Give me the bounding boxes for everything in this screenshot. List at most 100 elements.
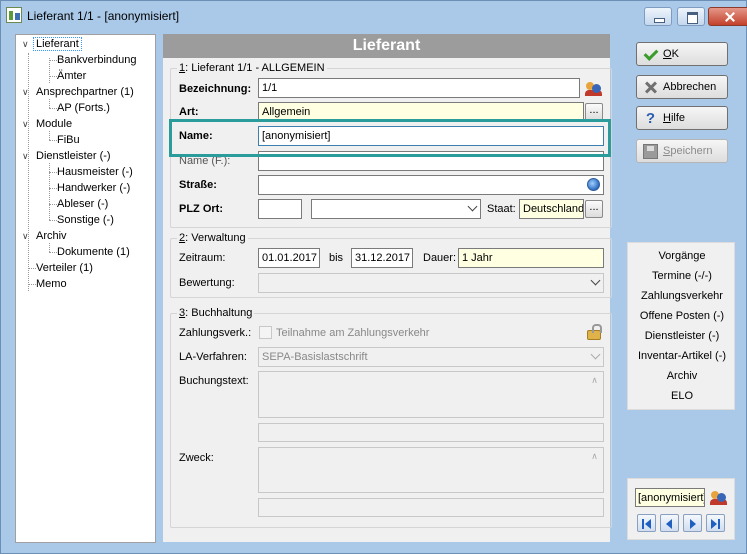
tree-item-sonstige[interactable]: Sonstige (-) — [57, 213, 114, 228]
collapse-icon[interactable]: ∨ — [22, 149, 32, 164]
tree-item-handwerker[interactable]: Handwerker (-) — [57, 181, 130, 196]
tree-item-archiv[interactable]: ∨ Archiv — [22, 229, 67, 244]
cancel-icon — [643, 80, 658, 95]
link-dienstleister[interactable]: Dienstleister (-) — [628, 330, 736, 342]
art-lookup-button[interactable]: ... — [585, 103, 603, 121]
buchungstext-label: Buchungstext: — [179, 375, 249, 387]
ok-button[interactable]: OK — [636, 42, 728, 66]
scrollbar[interactable]: ∧∨ — [587, 373, 602, 416]
staat-lookup-button[interactable]: ... — [585, 200, 603, 218]
navigation-tree: ∨ Lieferant Bankverbindung Ämter ∨ Anspr… — [15, 34, 156, 543]
tree-item-memo[interactable]: Memo — [36, 277, 67, 292]
save-icon — [643, 144, 658, 159]
zahlungsverk-label: Zahlungsverk.: — [179, 327, 252, 339]
zweck-field[interactable]: ∧∨ — [258, 447, 604, 493]
tree-item-aemter[interactable]: Ämter — [57, 69, 86, 84]
link-archiv[interactable]: Archiv — [628, 370, 736, 382]
first-icon — [645, 519, 651, 529]
strasse-label: Straße: — [179, 179, 217, 191]
scrollbar[interactable]: ∧∨ — [587, 449, 602, 491]
link-termine[interactable]: Termine (-/-) — [628, 270, 736, 282]
previous-icon — [666, 519, 672, 529]
tree-item-dienstleister[interactable]: ∨ Dienstleister (-) — [22, 149, 111, 164]
collapse-icon[interactable]: ∨ — [22, 117, 32, 132]
record-search-field[interactable]: [anonymisiert] — [635, 488, 705, 507]
tree-item-fibu[interactable]: FiBu — [57, 133, 80, 148]
tree-item-module[interactable]: ∨ Module — [22, 117, 72, 132]
speichern-button[interactable]: Speichern — [636, 139, 728, 163]
staat-field[interactable]: Deutschland — [519, 199, 584, 219]
section-allgemein-legend: 1: Lieferant 1/1 - ALLGEMEIN — [177, 62, 327, 74]
app-icon — [6, 7, 22, 23]
abbrechen-button[interactable]: Abbrechen — [636, 75, 728, 99]
link-elo[interactable]: ELO — [628, 390, 736, 402]
globe-icon[interactable] — [587, 178, 600, 191]
buchungstext-field[interactable]: ∧∨ — [258, 371, 604, 418]
section-buchhaltung: 3: Buchhaltung — [170, 307, 612, 528]
last-record-button[interactable] — [706, 514, 725, 532]
next-record-button[interactable] — [683, 514, 702, 532]
tree-item-ableser[interactable]: Ableser (-) — [57, 197, 108, 212]
collapse-icon[interactable]: ∨ — [22, 229, 32, 244]
staat-label: Staat: — [487, 203, 516, 215]
name-f-field[interactable] — [258, 151, 604, 171]
first-record-button[interactable] — [637, 514, 656, 532]
section-verwaltung-legend: 2: Verwaltung — [177, 232, 248, 244]
link-offene-posten[interactable]: Offene Posten (-) — [628, 310, 736, 322]
tree-item-bankverbindung[interactable]: Bankverbindung — [57, 53, 137, 68]
chevron-down-icon — [590, 349, 601, 360]
bewertung-dropdown[interactable] — [258, 273, 604, 293]
tree-item-lieferant[interactable]: ∨ Lieferant — [22, 37, 82, 52]
buchungstext-extra-field[interactable] — [258, 423, 604, 442]
title-bar[interactable]: Lieferant 1/1 - [anonymisiert] — [1, 1, 747, 31]
ort-dropdown[interactable] — [311, 199, 481, 219]
window-title: Lieferant 1/1 - [anonymisiert] — [27, 9, 180, 23]
next-icon — [690, 519, 696, 529]
lock-icon[interactable] — [587, 324, 602, 340]
art-label: Art: — [179, 106, 199, 118]
zweck-label: Zweck: — [179, 452, 214, 464]
tree-item-ansprechpartner[interactable]: ∨ Ansprechpartner (1) — [22, 85, 134, 100]
tree-item-hausmeister[interactable]: Hausmeister (-) — [57, 165, 133, 180]
teilnahme-label: Teilnahme am Zahlungsverkehr — [276, 327, 430, 339]
dauer-label: Dauer: — [423, 252, 457, 264]
link-vorgaenge[interactable]: Vorgänge — [628, 250, 736, 262]
tree-item-ap-forts[interactable]: AP (Forts.) — [57, 101, 110, 116]
zweck-extra-field[interactable] — [258, 498, 604, 517]
bis-label: bis — [329, 252, 344, 264]
bewertung-label: Bewertung: — [179, 277, 235, 289]
previous-record-button[interactable] — [660, 514, 679, 532]
zeitraum-from-field[interactable]: 01.01.2017 — [258, 248, 320, 268]
maximize-button[interactable] — [677, 7, 705, 26]
chevron-down-icon — [590, 275, 601, 286]
hilfe-button[interactable]: ? Hilfe — [636, 106, 728, 130]
tree-item-dokumente[interactable]: Dokumente (1) — [57, 245, 130, 260]
page-title: Lieferant — [163, 34, 610, 58]
name-field[interactable]: [anonymisiert] — [258, 126, 604, 146]
tree-item-verteiler[interactable]: Verteiler (1) — [36, 261, 93, 276]
contacts-icon[interactable] — [710, 489, 728, 507]
close-button[interactable] — [708, 7, 747, 26]
link-zahlungsverkehr[interactable]: Zahlungsverkehr — [628, 290, 736, 302]
zeitraum-to-field[interactable]: 31.12.2017 — [351, 248, 413, 268]
strasse-field[interactable] — [258, 175, 604, 195]
plz-field[interactable] — [258, 199, 302, 219]
minimize-button[interactable] — [644, 7, 672, 26]
help-icon: ? — [645, 110, 656, 127]
contacts-icon[interactable] — [585, 80, 603, 98]
dauer-field[interactable]: 1 Jahr — [458, 248, 604, 268]
zeitraum-label: Zeitraum: — [179, 252, 226, 264]
collapse-icon[interactable]: ∨ — [22, 85, 32, 100]
collapse-icon[interactable]: ∨ — [22, 37, 32, 52]
last-icon — [711, 519, 717, 529]
teilnahme-checkbox[interactable] — [259, 326, 272, 339]
art-field[interactable]: Allgemein — [258, 102, 584, 122]
la-verfahren-dropdown[interactable]: SEPA-Basislastschrift — [258, 347, 604, 367]
link-inventar-artikel[interactable]: Inventar-Artikel (-) — [628, 350, 736, 362]
name-label: Name: — [179, 130, 213, 142]
bezeichnung-field[interactable]: 1/1 — [258, 78, 580, 98]
section-buchhaltung-legend: 3: Buchhaltung — [177, 307, 255, 319]
la-verfahren-label: LA-Verfahren: — [179, 351, 247, 363]
name-f-label: Name (F.): — [179, 155, 231, 167]
checkmark-icon — [643, 47, 658, 62]
